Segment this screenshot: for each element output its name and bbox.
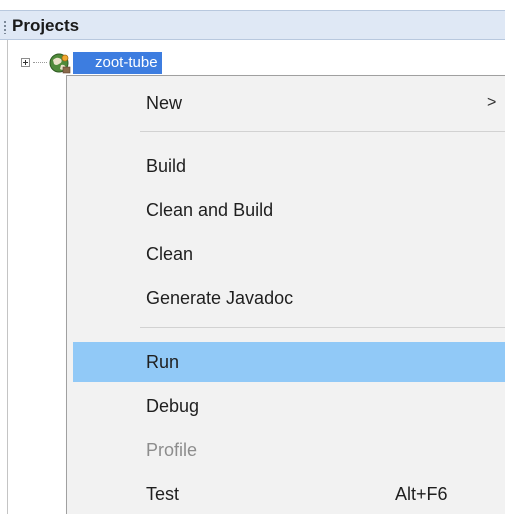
panel-title: Projects [12, 16, 80, 35]
menu-item-profile: Profile [73, 430, 505, 470]
tree-connector [33, 62, 47, 64]
menu-item-clean-and-build[interactable]: Clean and Build [73, 190, 505, 230]
ide-window: Projects zoot-tube New > Build Clean and… [0, 0, 505, 514]
menu-item-label: Build [146, 156, 187, 176]
project-node-label[interactable]: zoot-tube [73, 52, 162, 74]
menu-item-label: Generate Javadoc [146, 288, 294, 308]
projects-panel-header[interactable]: Projects [0, 10, 505, 40]
menu-item-build[interactable]: Build [73, 146, 505, 186]
menu-item-label: Debug [146, 396, 200, 416]
menu-item-new[interactable]: New > [73, 83, 505, 123]
menu-separator [140, 327, 505, 328]
menu-item-shortcut: Alt+F6 [395, 484, 448, 504]
menu-separator [140, 131, 505, 132]
panel-left-border [7, 12, 8, 514]
menu-item-debug[interactable]: Debug [73, 386, 505, 426]
menu-item-generate-javadoc[interactable]: Generate Javadoc [73, 278, 505, 318]
drag-grip-icon[interactable] [4, 20, 6, 34]
menu-item-label: Test [146, 484, 180, 504]
menu-item-label: Profile [146, 440, 198, 460]
chevron-right-icon: > [487, 94, 497, 111]
expand-plus-icon[interactable] [21, 58, 30, 67]
project-globe-icon [49, 53, 71, 74]
menu-item-test[interactable]: Test Alt+F6 [73, 474, 505, 514]
menu-item-label: Run [146, 352, 180, 372]
project-context-menu: New > Build Clean and Build Clean Genera… [66, 75, 505, 514]
menu-item-label: Clean [146, 244, 194, 264]
project-tree-node[interactable]: zoot-tube [0, 52, 505, 74]
menu-item-clean[interactable]: Clean [73, 234, 505, 274]
menu-item-label: New [146, 93, 183, 113]
menu-item-run[interactable]: Run [73, 342, 505, 382]
menu-item-label: Clean and Build [146, 200, 274, 220]
